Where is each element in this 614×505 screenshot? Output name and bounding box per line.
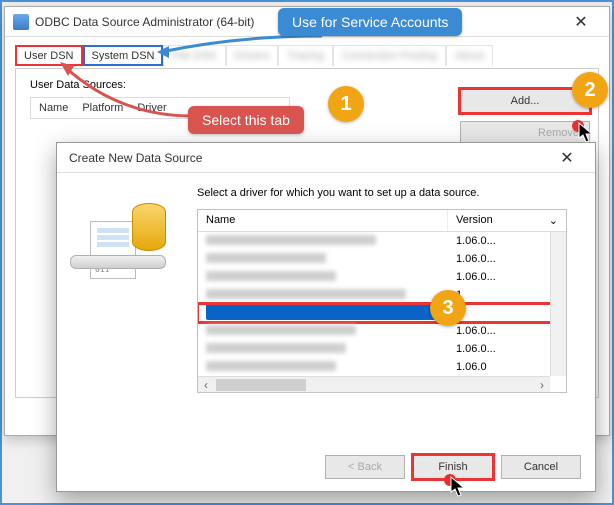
chevron-left-icon[interactable]: ‹ <box>198 378 214 392</box>
chevron-down-icon: ⌄ <box>549 214 558 227</box>
datasource-icon <box>90 203 164 289</box>
tab-ghost[interactable]: About <box>446 45 493 66</box>
scrollbar-horizontal[interactable]: ‹ › <box>198 376 550 392</box>
odbc-icon <box>13 14 29 30</box>
callout-select-tab: Select this tab <box>188 106 304 134</box>
close-icon[interactable]: ✕ <box>561 8 601 36</box>
driver-row[interactable]: 1.06.0... <box>198 250 566 268</box>
badge-2: 2 <box>572 72 608 108</box>
driver-row[interactable] <box>198 304 566 322</box>
driver-row[interactable]: 1 <box>198 286 566 304</box>
cancel-button[interactable]: Cancel <box>501 455 581 479</box>
chevron-right-icon[interactable]: › <box>534 378 550 392</box>
driver-row[interactable]: 1.06.0... <box>198 340 566 358</box>
wizard-instruction: Select a driver for which you want to se… <box>197 187 581 199</box>
col-name[interactable]: Name <box>198 210 448 231</box>
add-button[interactable]: Add... <box>460 89 590 113</box>
close-icon[interactable]: ✕ <box>547 144 587 172</box>
scrollbar-vertical[interactable] <box>550 232 566 376</box>
driver-row[interactable]: 1.06.0... <box>198 322 566 340</box>
wizard-content: Select a driver for which you want to se… <box>197 173 595 453</box>
wizard-title: Create New Data Source <box>65 151 547 165</box>
scroll-thumb[interactable] <box>216 379 306 391</box>
col-version[interactable]: Version⌄ <box>448 210 566 231</box>
driver-row[interactable]: 1.06.0... <box>198 232 566 250</box>
driver-row[interactable]: 1.06.0... <box>198 268 566 286</box>
back-button: < Back <box>325 455 405 479</box>
badge-1: 1 <box>328 86 364 122</box>
driver-row[interactable]: 1.06.0 <box>198 358 566 376</box>
driver-list[interactable]: Name Version⌄ 1.06.0...1.06.0...1.06.0..… <box>197 209 567 393</box>
callout-service-accounts: Use for Service Accounts <box>278 8 462 36</box>
tab-ghost[interactable]: Connection Pooling <box>333 45 446 66</box>
callout-arrow <box>157 34 327 62</box>
create-dsn-wizard: Create New Data Source ✕ Select a driver… <box>56 142 596 492</box>
callout-arrow <box>60 62 200 122</box>
wizard-body: Select a driver for which you want to se… <box>57 173 595 453</box>
badge-3: 3 <box>430 290 466 326</box>
wizard-graphic <box>57 173 197 453</box>
wizard-titlebar: Create New Data Source ✕ <box>57 143 595 173</box>
driver-list-header: Name Version⌄ <box>198 210 566 232</box>
